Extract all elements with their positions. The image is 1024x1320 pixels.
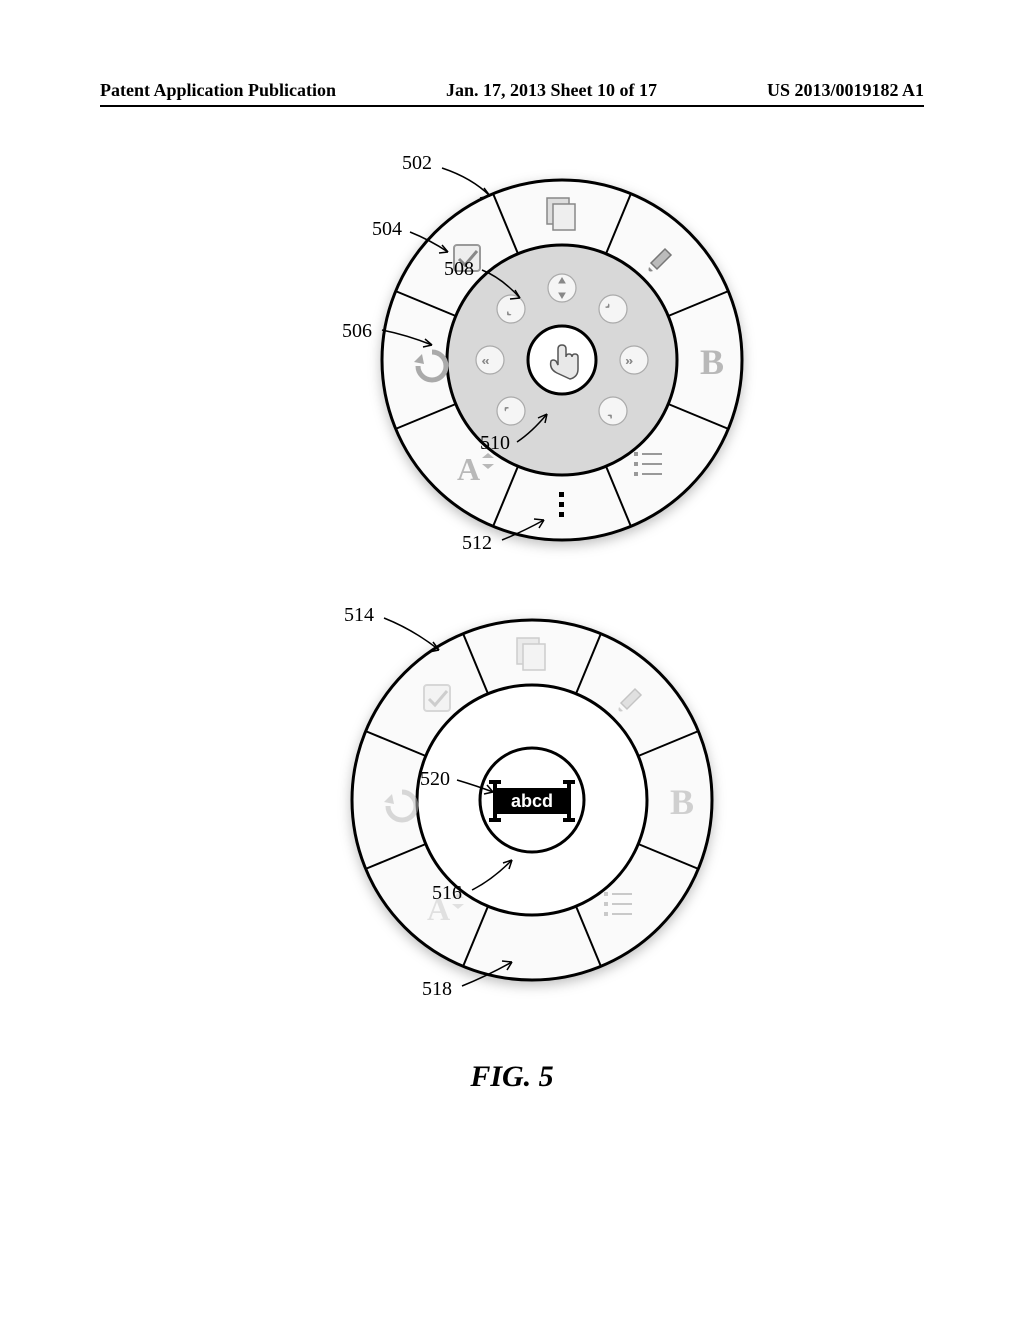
figure-caption: FIG. 5	[0, 1060, 1024, 1094]
label-508: 508	[444, 258, 474, 281]
bold-icon[interactable]: B	[670, 782, 694, 822]
header-left: Patent Application Publication	[100, 80, 336, 101]
label-518: 518	[422, 978, 452, 1001]
header-center: Jan. 17, 2013 Sheet 10 of 17	[446, 80, 657, 101]
nav-left[interactable]	[476, 346, 504, 374]
svg-text:‹‹: ‹‹	[482, 356, 489, 367]
radial-menu-502: B A	[362, 160, 762, 560]
selection-text: abcd	[511, 791, 553, 811]
svg-text:››: ››	[626, 356, 633, 367]
label-512: 512	[462, 532, 492, 555]
bold-icon[interactable]: B	[700, 342, 724, 382]
label-504: 504	[372, 218, 402, 241]
label-506: 506	[342, 320, 372, 343]
radial-menu-514: B A abcd	[332, 600, 732, 1000]
label-520: 520	[420, 768, 450, 791]
page-header: Patent Application Publication Jan. 17, …	[100, 80, 924, 107]
label-514: 514	[344, 604, 374, 627]
nav-right[interactable]	[620, 346, 648, 374]
edit-icon[interactable]	[424, 685, 450, 711]
label-502: 502	[402, 152, 432, 175]
label-516: 516	[432, 882, 462, 905]
more-icon[interactable]	[559, 492, 564, 517]
label-510: 510	[480, 432, 510, 455]
header-right: US 2013/0019182 A1	[767, 80, 924, 101]
figure-area: B A	[0, 140, 1024, 1000]
svg-text:A: A	[457, 451, 480, 487]
